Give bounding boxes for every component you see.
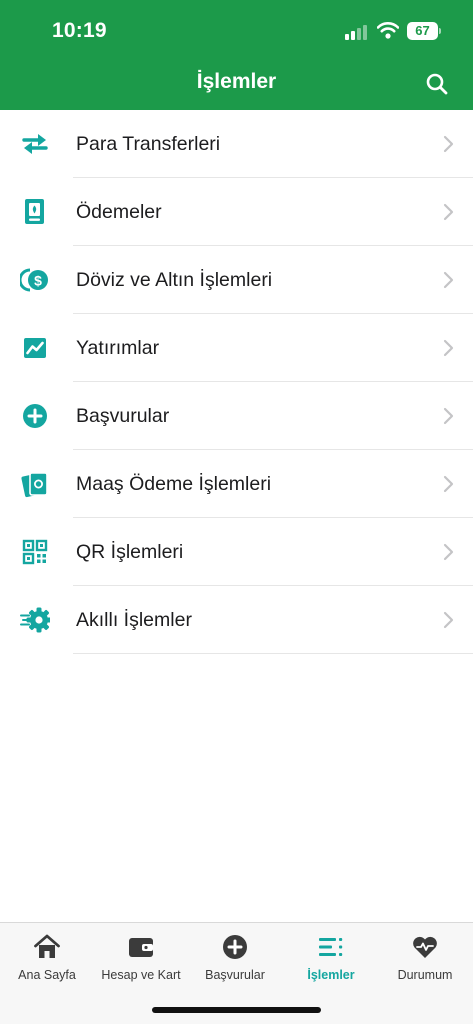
chevron-right-icon — [443, 339, 454, 357]
menu-item-label: Döviz ve Altın İşlemleri — [76, 269, 273, 291]
menu-item-maas-odeme[interactable]: Maaş Ödeme İşlemleri — [0, 450, 473, 518]
chevron-right-icon — [443, 543, 454, 561]
status-time: 10:19 — [52, 19, 107, 42]
menu-item-para-transferleri[interactable]: Para Transferleri — [0, 110, 473, 178]
svg-text:$: $ — [34, 273, 42, 289]
home-icon — [34, 934, 60, 958]
wallet-icon — [129, 938, 153, 957]
menu-item-label: Maaş Ödeme İşlemleri — [76, 473, 272, 495]
operations-menu: Para Transferleri Ödemeler $ Döviz ve Al… — [0, 110, 473, 654]
page-title: İşlemler — [196, 70, 277, 93]
chevron-right-icon — [443, 135, 454, 153]
menu-item-label: Akıllı İşlemler — [76, 609, 192, 631]
plus-circle-icon — [223, 935, 247, 959]
menu-item-label: Ödemeler — [76, 201, 162, 223]
menu-item-basvurular[interactable]: Başvurular — [0, 382, 473, 450]
menu-item-doviz-altin[interactable]: $ Döviz ve Altın İşlemleri — [0, 246, 473, 314]
chevron-right-icon — [443, 271, 454, 289]
menu-item-odemeler[interactable]: Ödemeler — [0, 178, 473, 246]
tab-label: Başvurular — [205, 968, 265, 982]
salary-cards-icon — [21, 472, 48, 498]
wifi-icon — [377, 22, 399, 39]
tab-ana-sayfa[interactable]: Ana Sayfa — [0, 931, 94, 991]
tab-label: Durumum — [397, 968, 453, 982]
battery-level: 67 — [407, 22, 438, 40]
menu-item-label: Para Transferleri — [76, 133, 221, 155]
transfer-arrows-icon — [22, 134, 48, 154]
plus-circle-icon — [23, 404, 47, 428]
menu-item-label: QR İşlemleri — [76, 541, 184, 563]
chart-trend-icon — [24, 338, 46, 358]
menu-item-akilli-islemler[interactable]: Akıllı İşlemler — [0, 586, 473, 654]
list-icon — [319, 938, 343, 956]
home-indicator — [152, 1007, 321, 1013]
chevron-right-icon — [443, 203, 454, 221]
tab-islemler[interactable]: İşlemler — [284, 931, 378, 991]
divider — [73, 653, 473, 654]
search-icon[interactable] — [425, 72, 449, 96]
battery-icon: 67 — [407, 22, 441, 40]
tab-label: İşlemler — [307, 968, 355, 982]
cellular-signal-icon — [345, 24, 369, 40]
heart-pulse-icon — [413, 936, 437, 958]
chevron-right-icon — [443, 475, 454, 493]
chevron-right-icon — [443, 407, 454, 425]
menu-item-yatirimlar[interactable]: Yatırımlar — [0, 314, 473, 382]
tab-durumum[interactable]: Durumum — [378, 931, 472, 991]
menu-item-label: Yatırımlar — [76, 337, 160, 359]
menu-item-qr-islemleri[interactable]: QR İşlemleri — [0, 518, 473, 586]
tab-label: Ana Sayfa — [18, 968, 76, 982]
tab-label: Hesap ve Kart — [101, 968, 181, 982]
qr-code-icon — [22, 539, 48, 565]
smart-gear-icon — [20, 607, 50, 633]
receipt-icon — [25, 199, 44, 224]
chevron-right-icon — [443, 611, 454, 629]
tab-hesap-ve-kart[interactable]: Hesap ve Kart — [94, 931, 188, 991]
app-header: 10:19 67 İşlemler — [0, 0, 473, 110]
currency-coins-icon: $ — [20, 268, 48, 292]
menu-item-label: Başvurular — [76, 405, 170, 427]
tab-basvurular[interactable]: Başvurular — [188, 931, 282, 991]
